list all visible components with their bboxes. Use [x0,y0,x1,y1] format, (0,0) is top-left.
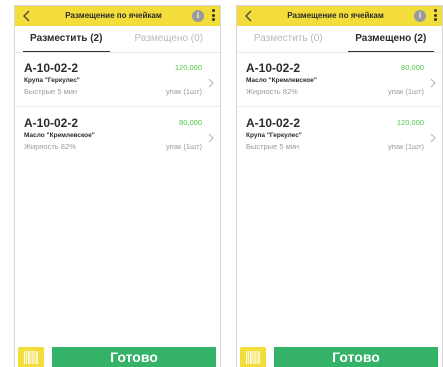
unit: упак (1шт) [388,87,424,96]
tab-bar: Разместить (2) Размещено (0) [15,26,220,53]
chevron-right-icon [207,76,215,88]
unit: упак (1шт) [166,142,202,151]
product-name: Масло "Кремлевское" [246,77,317,84]
tab-to-place[interactable]: Разместить (2) [15,26,118,53]
product-description: Быстрые 5 мин [246,142,300,151]
more-vertical-icon[interactable] [432,9,438,23]
chevron-left-icon[interactable] [20,8,34,24]
barcode-scan-icon[interactable] [240,347,266,367]
list-item[interactable]: A-10-02-2 80,000 Масло "Кремлевское" Жир… [15,113,220,162]
unit: упак (1шт) [388,142,424,151]
chevron-right-icon [429,131,437,143]
tab-bar: Разместить (0) Размещено (2) [237,26,442,53]
quantity: 120,000 [174,63,202,72]
product-description: Жирность 82% [24,142,76,151]
chevron-left-icon[interactable] [242,8,256,24]
tab-placed[interactable]: Размещено (0) [118,26,221,53]
page-title: Размещение по ячейкам [287,11,384,20]
screen-placed: Размещение по ячейкам i Разместить (0) Р… [236,5,443,367]
tab-label: Разместить (2) [30,33,103,44]
product-description: Быстрые 5 мин [24,87,78,96]
bottom-bar: Готово [237,347,442,367]
tab-underline [347,51,434,52]
unit: упак (1шт) [166,87,202,96]
page-title: Размещение по ячейкам [65,11,162,20]
top-app-bar: Размещение по ячейкам i [15,6,220,26]
chevron-right-icon [429,76,437,88]
done-button[interactable]: Готово [274,347,438,367]
chevron-right-icon [207,131,215,143]
cell-code: A-10-02-2 [24,116,79,130]
more-vertical-icon[interactable] [210,9,216,23]
product-name: Масло "Кремлевское" [24,132,95,139]
info-icon[interactable]: i [192,10,204,22]
tab-placed[interactable]: Размещено (2) [340,26,443,53]
tab-to-place[interactable]: Разместить (0) [237,26,340,53]
quantity: 80,000 [179,118,202,127]
list-item[interactable]: A-10-02-2 80,000 Масло "Кремлевское" Жир… [237,58,442,107]
tab-label: Размещено (2) [355,33,427,44]
screen-to-place: Размещение по ячейкам i Разместить (2) Р… [14,5,221,367]
tab-label: Разместить (0) [253,33,323,44]
top-app-bar: Размещение по ячейкам i [237,6,442,26]
tab-label: Размещено (0) [134,33,204,44]
info-icon[interactable]: i [414,10,426,22]
cell-code: A-10-02-2 [246,61,301,75]
done-button[interactable]: Готово [52,347,216,367]
product-name: Крупа "Геркулес" [24,77,80,84]
barcode-scan-icon[interactable] [18,347,44,367]
product-description: Жирность 82% [246,87,298,96]
tab-underline [23,51,110,52]
cell-code: A-10-02-2 [246,116,301,130]
quantity: 120,000 [396,118,424,127]
list-item[interactable]: A-10-02-2 120,000 Крупа "Геркулес" Быстр… [237,113,442,162]
product-name: Крупа "Геркулес" [246,132,302,139]
quantity: 80,000 [401,63,424,72]
cell-code: A-10-02-2 [24,61,79,75]
list-item[interactable]: A-10-02-2 120,000 Крупа "Геркулес" Быстр… [15,58,220,107]
bottom-bar: Готово [15,347,220,367]
